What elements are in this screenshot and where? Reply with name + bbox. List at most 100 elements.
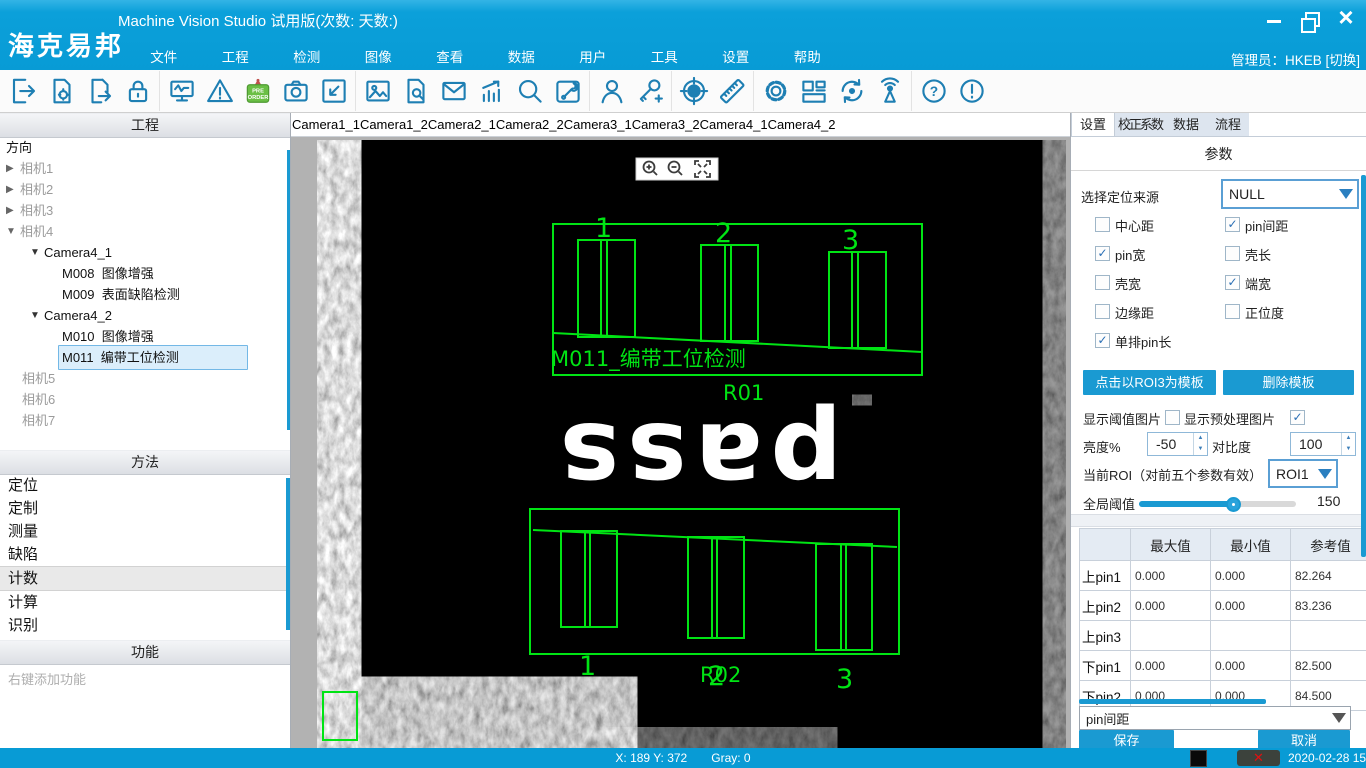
- set-template-button[interactable]: 点击以ROI3为模板: [1083, 370, 1216, 395]
- help-icon[interactable]: ?: [917, 74, 950, 108]
- method-item-定制[interactable]: 定制: [0, 497, 290, 520]
- settings-tab-数据[interactable]: 数据: [1165, 113, 1207, 136]
- param-checkbox-pin宽[interactable]: ✓: [1095, 246, 1110, 261]
- table-row[interactable]: 上pin3: [1080, 621, 1366, 651]
- tree-item-M009[interactable]: M009 表面缺陷检测: [0, 284, 290, 305]
- preproc-image-checkbox[interactable]: ✓: [1290, 410, 1305, 425]
- error-stop-button[interactable]: ✕: [1237, 750, 1280, 766]
- param-checkbox-壳宽[interactable]: [1095, 275, 1110, 290]
- threshold-image-checkbox[interactable]: [1165, 410, 1180, 425]
- tree-item-相机5[interactable]: 相机5: [0, 368, 290, 389]
- value-cell[interactable]: 0.000: [1211, 651, 1291, 681]
- menu-检测[interactable]: 检测: [271, 46, 343, 66]
- menu-数据[interactable]: 数据: [486, 46, 558, 66]
- stats-up-icon[interactable]: [475, 74, 508, 108]
- crosshair-icon[interactable]: [677, 74, 710, 108]
- param-checkbox-边缘距[interactable]: [1095, 304, 1110, 319]
- alert-icon[interactable]: [955, 74, 988, 108]
- value-cell[interactable]: 0.000: [1211, 561, 1291, 591]
- tree-item-相机6[interactable]: 相机6: [0, 389, 290, 410]
- param-checkbox-正位度[interactable]: [1225, 304, 1240, 319]
- settings-tab-校正系数[interactable]: 校正系数: [1115, 113, 1165, 136]
- menu-文件[interactable]: 文件: [128, 46, 200, 66]
- doc-export-icon[interactable]: [83, 74, 116, 108]
- menu-设置[interactable]: 设置: [700, 46, 772, 66]
- camera-tab-Camera4_2[interactable]: Camera4_2: [768, 117, 836, 132]
- spinner-arrows-icon[interactable]: ▲▼: [1193, 433, 1207, 455]
- tree-item-相机4[interactable]: ▼相机4: [0, 221, 290, 242]
- tree-item-Camera4_2[interactable]: ▼Camera4_2: [0, 305, 290, 326]
- chevron-collapsed-icon[interactable]: ▶: [6, 158, 20, 179]
- user-icon[interactable]: [595, 74, 628, 108]
- tree-item-Camera4_1[interactable]: ▼Camera4_1: [0, 242, 290, 263]
- tree-item-相机2[interactable]: ▶相机2: [0, 179, 290, 200]
- doc-search-icon[interactable]: [399, 74, 432, 108]
- key-add-icon[interactable]: [633, 74, 666, 108]
- value-cell[interactable]: 0.000: [1131, 561, 1211, 591]
- gear-icon[interactable]: [759, 74, 792, 108]
- table-row[interactable]: 上pin10.0000.00082.264: [1080, 561, 1366, 591]
- tree-item-相机7[interactable]: 相机7: [0, 410, 290, 431]
- value-cell[interactable]: [1131, 621, 1211, 651]
- menu-用户[interactable]: 用户: [557, 46, 629, 66]
- value-cell[interactable]: 0.000: [1211, 591, 1291, 621]
- chevron-expanded-icon[interactable]: ▼: [6, 221, 20, 242]
- chevron-collapsed-icon[interactable]: ▶: [6, 179, 20, 200]
- method-item-计算[interactable]: 计算: [0, 591, 290, 614]
- menu-图像[interactable]: 图像: [343, 46, 415, 66]
- camera-tab-Camera1_1[interactable]: Camera1_1: [292, 117, 360, 132]
- menu-工具[interactable]: 工具: [629, 46, 701, 66]
- project-tree-scrollbar[interactable]: [287, 150, 290, 430]
- value-cell[interactable]: 0.000: [1131, 591, 1211, 621]
- slider-thumb[interactable]: [1226, 497, 1241, 512]
- camera-tab-Camera4_1[interactable]: Camera4_1: [700, 117, 768, 132]
- camera-tab-Camera3_1[interactable]: Camera3_1: [564, 117, 632, 132]
- preorder-badge-icon[interactable]: PREORDER: [241, 74, 274, 108]
- tree-item-相机1[interactable]: ▶相机1: [0, 158, 290, 179]
- layout-icon[interactable]: [797, 74, 830, 108]
- current-roi-dropdown[interactable]: ROI1: [1268, 459, 1338, 488]
- param-select-dropdown[interactable]: pin间距: [1079, 706, 1351, 730]
- contrast-input[interactable]: 100 ▲▼: [1290, 432, 1356, 456]
- doc-settings-icon[interactable]: [45, 74, 78, 108]
- param-checkbox-中心距[interactable]: [1095, 217, 1110, 232]
- chevron-expanded-icon[interactable]: ▼: [30, 305, 44, 326]
- menu-工程[interactable]: 工程: [200, 46, 272, 66]
- image-icon[interactable]: [361, 74, 394, 108]
- toolbox-icon[interactable]: [551, 74, 584, 108]
- tree-item-方向[interactable]: 方向: [0, 137, 290, 158]
- brightness-input[interactable]: -50 ▲▼: [1147, 432, 1208, 456]
- menu-查看[interactable]: 查看: [414, 46, 486, 66]
- chevron-collapsed-icon[interactable]: ▶: [6, 200, 20, 221]
- ruler-icon[interactable]: [715, 74, 748, 108]
- export-icon[interactable]: [7, 74, 40, 108]
- mail-icon[interactable]: [437, 74, 470, 108]
- delete-template-button[interactable]: 删除模板: [1223, 370, 1354, 395]
- current-user-label[interactable]: 管理员：HKEB [切换]: [1231, 49, 1360, 69]
- method-item-测量[interactable]: 测量: [0, 520, 290, 543]
- settings-tab-流程[interactable]: 流程: [1207, 113, 1249, 136]
- tree-item-M008[interactable]: M008 图像增强: [0, 263, 290, 284]
- restore-icon[interactable]: [1298, 5, 1322, 29]
- method-item-计数[interactable]: 计数: [0, 566, 290, 591]
- value-cell[interactable]: 82.264: [1291, 561, 1366, 591]
- tree-item-M011[interactable]: M011 编带工位检测: [0, 347, 290, 368]
- value-cell[interactable]: 83.236: [1291, 591, 1366, 621]
- switch-user-link[interactable]: [切换]: [1325, 53, 1360, 68]
- param-checkbox-单排pin长[interactable]: ✓: [1095, 333, 1110, 348]
- chevron-expanded-icon[interactable]: ▼: [30, 242, 44, 263]
- close-icon[interactable]: ×: [1334, 5, 1358, 29]
- method-item-识别[interactable]: 识别: [0, 614, 290, 637]
- lock-icon[interactable]: [121, 74, 154, 108]
- method-list-scrollbar[interactable]: [286, 478, 290, 630]
- method-item-定位[interactable]: 定位: [0, 474, 290, 497]
- sync-icon[interactable]: [835, 74, 868, 108]
- monitor-pulse-icon[interactable]: [165, 74, 198, 108]
- minimize-icon[interactable]: [1262, 5, 1286, 29]
- source-dropdown[interactable]: NULL: [1221, 179, 1359, 209]
- menu-帮助[interactable]: 帮助: [772, 46, 844, 66]
- camera-tab-Camera1_2[interactable]: Camera1_2: [360, 117, 428, 132]
- table-row[interactable]: 上pin20.0000.00083.236: [1080, 591, 1366, 621]
- spinner-arrows-icon[interactable]: ▲▼: [1341, 433, 1355, 455]
- panel-vscrollbar[interactable]: [1361, 175, 1366, 557]
